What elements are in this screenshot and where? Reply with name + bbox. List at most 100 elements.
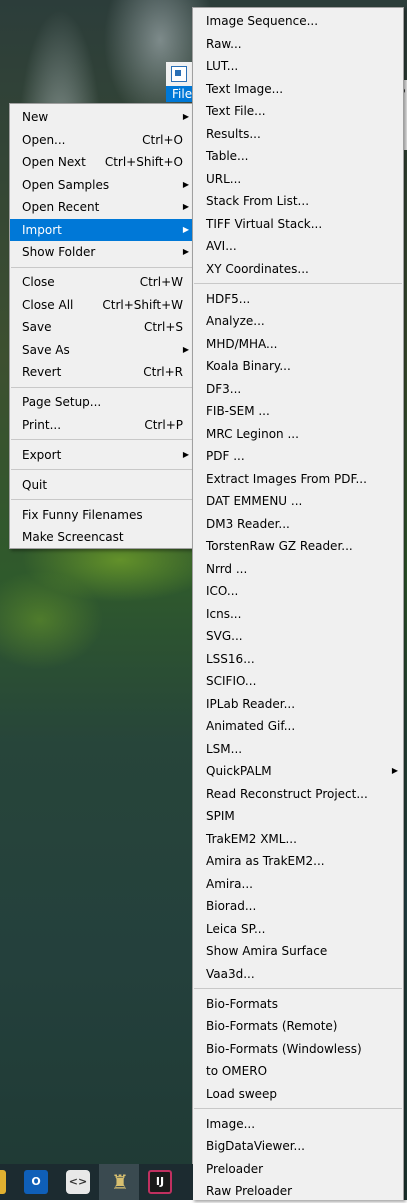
menu-separator [10, 466, 194, 474]
import-menu-item-stack-from-list[interactable]: Stack From List... [193, 190, 403, 213]
import-menu-item-bigdataviewer[interactable]: BigDataViewer... [193, 1135, 403, 1158]
outlook-icon[interactable]: O [24, 1170, 48, 1194]
file-menu-item-fix-funny-filenames[interactable]: Fix Funny Filenames [10, 504, 194, 527]
menu-item-label: to OMERO [206, 1064, 268, 1078]
file-menu-item-show-folder[interactable]: Show Folder ▶ [10, 241, 194, 264]
import-menu-item-biorad[interactable]: Biorad... [193, 895, 403, 918]
menu-item-shortcut: Ctrl+Shift+W [102, 297, 183, 312]
intellij-icon[interactable]: IJ [148, 1170, 172, 1194]
import-menu-item-image[interactable]: Image... [193, 1113, 403, 1136]
fiji-icon[interactable]: ♜ [108, 1170, 132, 1194]
import-menu-item-vaa3d[interactable]: Vaa3d... [193, 963, 403, 986]
file-menu-item-page-setup[interactable]: Page Setup... [10, 391, 194, 414]
menu-item-label: Save As [22, 342, 70, 357]
import-menu-item-df3[interactable]: DF3... [193, 378, 403, 401]
menu-item-label: Save [22, 320, 52, 334]
file-menu-item-open[interactable]: Open... Ctrl+O [10, 129, 194, 152]
import-menu-item-avi[interactable]: AVI... [193, 235, 403, 258]
menu-separator [10, 496, 194, 504]
menu-item-label: Results... [206, 126, 261, 141]
file-menu-item-revert[interactable]: Revert Ctrl+R [10, 361, 194, 384]
menu-item-label: Image Sequence... [206, 14, 319, 28]
import-menu-item-text-file[interactable]: Text File... [193, 100, 403, 123]
import-menu-item-lut[interactable]: LUT... [193, 55, 403, 78]
taskbar-partial-icon[interactable] [0, 1170, 6, 1194]
file-menu-item-make-screencast[interactable]: Make Screencast [10, 526, 194, 549]
import-menu-item-trakem2-xml[interactable]: TrakEM2 XML... [193, 828, 403, 851]
import-menu-item-load-sweep[interactable]: Load sweep [193, 1083, 403, 1106]
menu-item-label: Bio-Formats (Remote) [206, 1019, 338, 1033]
menu-item-label: Revert [22, 365, 62, 379]
menu-item-label: Open Samples [22, 177, 110, 192]
import-menu-item-pdf[interactable]: PDF ... [193, 445, 403, 468]
menu-item-label: MHD/MHA... [206, 336, 278, 351]
import-menu-item-read-reconstruct-project[interactable]: Read Reconstruct Project... [193, 783, 403, 806]
import-menu-item-image-sequence[interactable]: Image Sequence... [193, 10, 403, 33]
import-menu-item-bio-formats[interactable]: Bio-Formats [193, 993, 403, 1016]
import-menu-item-analyze[interactable]: Analyze... [193, 310, 403, 333]
file-menu-item-save-as[interactable]: Save As ▶ [10, 339, 194, 362]
import-menu-item-svg[interactable]: SVG... [193, 625, 403, 648]
import-menu-item-raw-preloader[interactable]: Raw Preloader [193, 1180, 403, 1203]
file-menu-item-print[interactable]: Print... Ctrl+P [10, 414, 194, 437]
import-menu-item-spim[interactable]: SPIM [193, 805, 403, 828]
menu-item-label: TorstenRaw GZ Reader... [206, 539, 353, 553]
import-menu-item-leica-sp[interactable]: Leica SP... [193, 918, 403, 941]
menu-item-label: SCIFIO... [206, 674, 257, 688]
import-menu-item-xy-coordinates[interactable]: XY Coordinates... [193, 258, 403, 281]
import-menu-item-extract-images-from-pdf[interactable]: Extract Images From PDF... [193, 468, 403, 491]
import-menu-item-amira[interactable]: Amira... [193, 873, 403, 896]
import-menu-item-to-omero[interactable]: to OMERO [193, 1060, 403, 1083]
import-menu-item-fib-sem[interactable]: FIB-SEM ... [193, 400, 403, 423]
file-menu-item-save[interactable]: Save Ctrl+S [10, 316, 194, 339]
file-menu-item-open-samples[interactable]: Open Samples ▶ [10, 174, 194, 197]
import-menu-item-icns[interactable]: Icns... [193, 603, 403, 626]
import-menu-item-hdf5[interactable]: HDF5... [193, 288, 403, 311]
menu-item-label: Image... [206, 1116, 256, 1131]
import-menu-item-animated-gif[interactable]: Animated Gif... [193, 715, 403, 738]
file-menu-item-export[interactable]: Export ▶ [10, 444, 194, 467]
import-menu-item-amira-as-trakem2[interactable]: Amira as TrakEM2... [193, 850, 403, 873]
import-menu-item-results[interactable]: Results... [193, 123, 403, 146]
import-menu-item-show-amira-surface[interactable]: Show Amira Surface [193, 940, 403, 963]
menu-item-label: Bio-Formats [206, 996, 278, 1011]
import-menu-item-dat-emmenu[interactable]: DAT EMMENU ... [193, 490, 403, 513]
import-menu-item-koala-binary[interactable]: Koala Binary... [193, 355, 403, 378]
menu-item-label: Icns... [206, 606, 242, 621]
import-menu-item-nrrd[interactable]: Nrrd ... [193, 558, 403, 581]
import-menu-item-table[interactable]: Table... [193, 145, 403, 168]
menu-item-label: Open Recent [22, 200, 100, 214]
import-menu-item-mhd-mha[interactable]: MHD/MHA... [193, 333, 403, 356]
import-menu-item-lsm[interactable]: LSM... [193, 738, 403, 761]
import-menu-item-raw[interactable]: Raw... [193, 33, 403, 56]
import-menu-item-url[interactable]: URL... [193, 168, 403, 191]
import-menu-item-mrc-leginon[interactable]: MRC Leginon ... [193, 423, 403, 446]
file-menu-item-new[interactable]: New ▶ [10, 106, 194, 129]
file-menu-item-open-next[interactable]: Open Next Ctrl+Shift+O [10, 151, 194, 174]
file-menu-item-close-all[interactable]: Close All Ctrl+Shift+W [10, 294, 194, 317]
import-menu-item-iplab-reader[interactable]: IPLab Reader... [193, 693, 403, 716]
import-menu-item-bio-formats-windowless[interactable]: Bio-Formats (Windowless) [193, 1038, 403, 1061]
submenu-arrow-icon: ▶ [182, 224, 189, 234]
import-menu-item-preloader[interactable]: Preloader [193, 1158, 403, 1181]
menu-separator [193, 985, 403, 993]
import-menu-item-ico[interactable]: ICO... [193, 580, 403, 603]
import-menu-item-quickpalm[interactable]: QuickPALM ▶ [193, 760, 403, 783]
import-menu-item-tiff-virtual-stack[interactable]: TIFF Virtual Stack... [193, 213, 403, 236]
menu-item-shortcut: Ctrl+Shift+O [104, 155, 183, 169]
file-menu-item-open-recent[interactable]: Open Recent ▶ [10, 196, 194, 219]
code-editor-icon[interactable]: <> [66, 1170, 90, 1194]
file-menu-item-quit[interactable]: Quit [10, 474, 194, 497]
import-menu-item-bio-formats-remote[interactable]: Bio-Formats (Remote) [193, 1015, 403, 1038]
file-menu-item-close[interactable]: Close Ctrl+W [10, 271, 194, 294]
import-menu-item-scifio[interactable]: SCIFIO... [193, 670, 403, 693]
import-menu-item-torstenraw-gz-reader[interactable]: TorstenRaw GZ Reader... [193, 535, 403, 558]
menu-separator [193, 280, 403, 288]
menu-item-label: Close [22, 275, 55, 289]
file-menu-item-import[interactable]: Import ▶ [10, 218, 194, 241]
import-menu-item-dm3-reader[interactable]: DM3 Reader... [193, 513, 403, 536]
import-menu-item-text-image[interactable]: Text Image... [193, 78, 403, 101]
menu-item-label: Fix Funny Filenames [22, 507, 143, 522]
submenu-arrow-icon: ▶ [391, 766, 398, 775]
import-menu-item-lss16[interactable]: LSS16... [193, 648, 403, 671]
